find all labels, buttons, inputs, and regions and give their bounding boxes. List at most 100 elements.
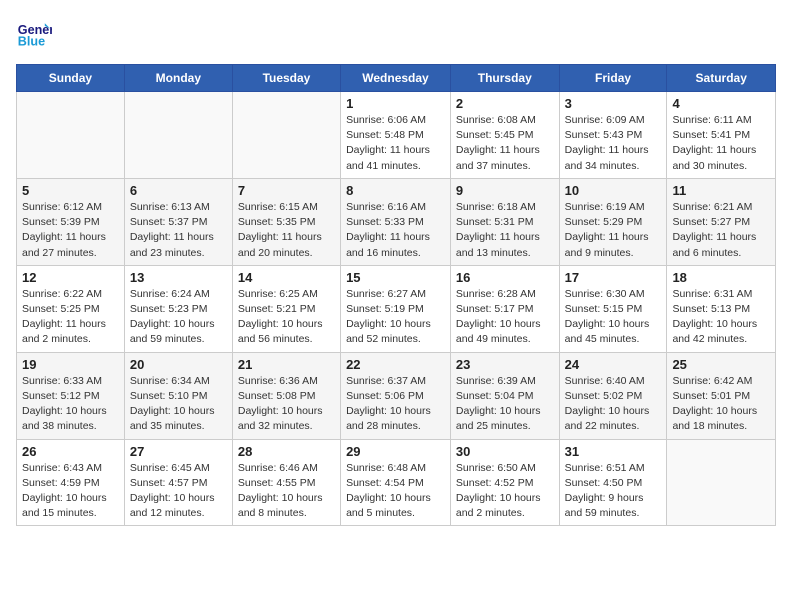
calendar-cell: 19 Sunrise: 6:33 AM Sunset: 5:12 PM Dayli… — [17, 352, 125, 439]
weekday-sunday: Sunday — [17, 65, 125, 92]
weekday-friday: Friday — [559, 65, 667, 92]
calendar-cell — [667, 439, 776, 526]
calendar-week-1: 1Sunrise: 6:06 AM Sunset: 5:48 PM Daylig… — [17, 92, 776, 179]
calendar-cell: 7 Sunrise: 6:15 AM Sunset: 5:35 PM Daylig… — [232, 178, 340, 265]
day-number: 15 — [346, 270, 445, 285]
day-detail: Sunrise: 6:39 AM Sunset: 5:04 PM Dayligh… — [456, 374, 554, 435]
day-number: 24 — [565, 357, 662, 372]
day-number: 10 — [565, 183, 662, 198]
calendar-week-2: 5 Sunrise: 6:12 AM Sunset: 5:39 PM Daylig… — [17, 178, 776, 265]
calendar-cell: 20 Sunrise: 6:34 AM Sunset: 5:10 PM Dayli… — [124, 352, 232, 439]
day-number: 19 — [22, 357, 119, 372]
calendar-cell: 30 Sunrise: 6:50 AM Sunset: 4:52 PM Dayli… — [450, 439, 559, 526]
calendar-cell: 17Sunrise: 6:30 AM Sunset: 5:15 PM Dayli… — [559, 265, 667, 352]
calendar-cell: 5 Sunrise: 6:12 AM Sunset: 5:39 PM Daylig… — [17, 178, 125, 265]
day-detail: Sunrise: 6:12 AM Sunset: 5:39 PM Dayligh… — [22, 200, 119, 261]
calendar-week-5: 26 Sunrise: 6:43 AM Sunset: 4:59 PM Dayli… — [17, 439, 776, 526]
day-detail: Sunrise: 6:19 AM Sunset: 5:29 PM Dayligh… — [565, 200, 662, 261]
day-detail: Sunrise: 6:40 AM Sunset: 5:02 PM Dayligh… — [565, 374, 662, 435]
day-detail: Sunrise: 6:43 AM Sunset: 4:59 PM Dayligh… — [22, 461, 119, 522]
day-number: 16 — [456, 270, 554, 285]
day-detail: Sunrise: 6:51 AM Sunset: 4:50 PM Dayligh… — [565, 461, 662, 522]
day-detail: Sunrise: 6:46 AM Sunset: 4:55 PM Dayligh… — [238, 461, 335, 522]
day-detail: Sunrise: 6:45 AM Sunset: 4:57 PM Dayligh… — [130, 461, 227, 522]
day-number: 13 — [130, 270, 227, 285]
calendar-cell: 18 Sunrise: 6:31 AM Sunset: 5:13 PM Dayli… — [667, 265, 776, 352]
calendar-cell — [232, 92, 340, 179]
calendar-cell: 11Sunrise: 6:21 AM Sunset: 5:27 PM Dayli… — [667, 178, 776, 265]
day-number: 30 — [456, 444, 554, 459]
day-detail: Sunrise: 6:25 AM Sunset: 5:21 PM Dayligh… — [238, 287, 335, 348]
day-number: 14 — [238, 270, 335, 285]
day-number: 8 — [346, 183, 445, 198]
calendar-cell: 24 Sunrise: 6:40 AM Sunset: 5:02 PM Dayli… — [559, 352, 667, 439]
day-detail: Sunrise: 6:15 AM Sunset: 5:35 PM Dayligh… — [238, 200, 335, 261]
day-detail: Sunrise: 6:16 AM Sunset: 5:33 PM Dayligh… — [346, 200, 445, 261]
weekday-saturday: Saturday — [667, 65, 776, 92]
day-number: 29 — [346, 444, 445, 459]
day-detail: Sunrise: 6:31 AM Sunset: 5:13 PM Dayligh… — [672, 287, 770, 348]
calendar-table: SundayMondayTuesdayWednesdayThursdayFrid… — [16, 64, 776, 526]
calendar-cell: 16 Sunrise: 6:28 AM Sunset: 5:17 PM Dayli… — [450, 265, 559, 352]
day-number: 4 — [672, 96, 770, 111]
day-number: 1 — [346, 96, 445, 111]
calendar-cell: 13Sunrise: 6:24 AM Sunset: 5:23 PM Dayli… — [124, 265, 232, 352]
day-number: 23 — [456, 357, 554, 372]
calendar-cell: 9 Sunrise: 6:18 AM Sunset: 5:31 PM Daylig… — [450, 178, 559, 265]
day-number: 9 — [456, 183, 554, 198]
calendar-cell: 31 Sunrise: 6:51 AM Sunset: 4:50 PM Dayli… — [559, 439, 667, 526]
calendar-cell: 10 Sunrise: 6:19 AM Sunset: 5:29 PM Dayli… — [559, 178, 667, 265]
day-detail: Sunrise: 6:48 AM Sunset: 4:54 PM Dayligh… — [346, 461, 445, 522]
day-detail: Sunrise: 6:33 AM Sunset: 5:12 PM Dayligh… — [22, 374, 119, 435]
day-number: 22 — [346, 357, 445, 372]
day-number: 26 — [22, 444, 119, 459]
calendar-cell: 21Sunrise: 6:36 AM Sunset: 5:08 PM Dayli… — [232, 352, 340, 439]
calendar-cell: 23 Sunrise: 6:39 AM Sunset: 5:04 PM Dayli… — [450, 352, 559, 439]
header: General Blue — [16, 16, 776, 52]
weekday-monday: Monday — [124, 65, 232, 92]
day-number: 6 — [130, 183, 227, 198]
calendar-cell: 6 Sunrise: 6:13 AM Sunset: 5:37 PM Daylig… — [124, 178, 232, 265]
calendar-cell: 3Sunrise: 6:09 AM Sunset: 5:43 PM Daylig… — [559, 92, 667, 179]
weekday-wednesday: Wednesday — [341, 65, 451, 92]
day-detail: Sunrise: 6:11 AM Sunset: 5:41 PM Dayligh… — [672, 113, 770, 174]
day-number: 5 — [22, 183, 119, 198]
day-number: 31 — [565, 444, 662, 459]
calendar-cell: 15 Sunrise: 6:27 AM Sunset: 5:19 PM Dayli… — [341, 265, 451, 352]
weekday-thursday: Thursday — [450, 65, 559, 92]
day-number: 20 — [130, 357, 227, 372]
day-detail: Sunrise: 6:28 AM Sunset: 5:17 PM Dayligh… — [456, 287, 554, 348]
day-number: 11 — [672, 183, 770, 198]
weekday-tuesday: Tuesday — [232, 65, 340, 92]
day-number: 25 — [672, 357, 770, 372]
day-detail: Sunrise: 6:22 AM Sunset: 5:25 PM Dayligh… — [22, 287, 119, 348]
day-number: 18 — [672, 270, 770, 285]
calendar-cell: 29 Sunrise: 6:48 AM Sunset: 4:54 PM Dayli… — [341, 439, 451, 526]
calendar-cell: 12Sunrise: 6:22 AM Sunset: 5:25 PM Dayli… — [17, 265, 125, 352]
day-detail: Sunrise: 6:30 AM Sunset: 5:15 PM Dayligh… — [565, 287, 662, 348]
day-number: 21 — [238, 357, 335, 372]
calendar-cell: 4 Sunrise: 6:11 AM Sunset: 5:41 PM Daylig… — [667, 92, 776, 179]
calendar-body: 1Sunrise: 6:06 AM Sunset: 5:48 PM Daylig… — [17, 92, 776, 526]
day-detail: Sunrise: 6:42 AM Sunset: 5:01 PM Dayligh… — [672, 374, 770, 435]
calendar-cell: 22Sunrise: 6:37 AM Sunset: 5:06 PM Dayli… — [341, 352, 451, 439]
calendar-cell — [124, 92, 232, 179]
day-number: 27 — [130, 444, 227, 459]
logo: General Blue — [16, 16, 56, 52]
day-number: 7 — [238, 183, 335, 198]
weekday-header-row: SundayMondayTuesdayWednesdayThursdayFrid… — [17, 65, 776, 92]
calendar-week-4: 19 Sunrise: 6:33 AM Sunset: 5:12 PM Dayli… — [17, 352, 776, 439]
day-detail: Sunrise: 6:34 AM Sunset: 5:10 PM Dayligh… — [130, 374, 227, 435]
logo-icon: General Blue — [16, 16, 52, 52]
day-detail: Sunrise: 6:27 AM Sunset: 5:19 PM Dayligh… — [346, 287, 445, 348]
calendar-cell: 2Sunrise: 6:08 AM Sunset: 5:45 PM Daylig… — [450, 92, 559, 179]
calendar-cell: 14 Sunrise: 6:25 AM Sunset: 5:21 PM Dayli… — [232, 265, 340, 352]
calendar-cell: 27 Sunrise: 6:45 AM Sunset: 4:57 PM Dayli… — [124, 439, 232, 526]
calendar-cell — [17, 92, 125, 179]
day-detail: Sunrise: 6:13 AM Sunset: 5:37 PM Dayligh… — [130, 200, 227, 261]
day-detail: Sunrise: 6:18 AM Sunset: 5:31 PM Dayligh… — [456, 200, 554, 261]
day-number: 28 — [238, 444, 335, 459]
svg-text:Blue: Blue — [18, 35, 45, 49]
day-detail: Sunrise: 6:50 AM Sunset: 4:52 PM Dayligh… — [456, 461, 554, 522]
calendar-cell: 1Sunrise: 6:06 AM Sunset: 5:48 PM Daylig… — [341, 92, 451, 179]
